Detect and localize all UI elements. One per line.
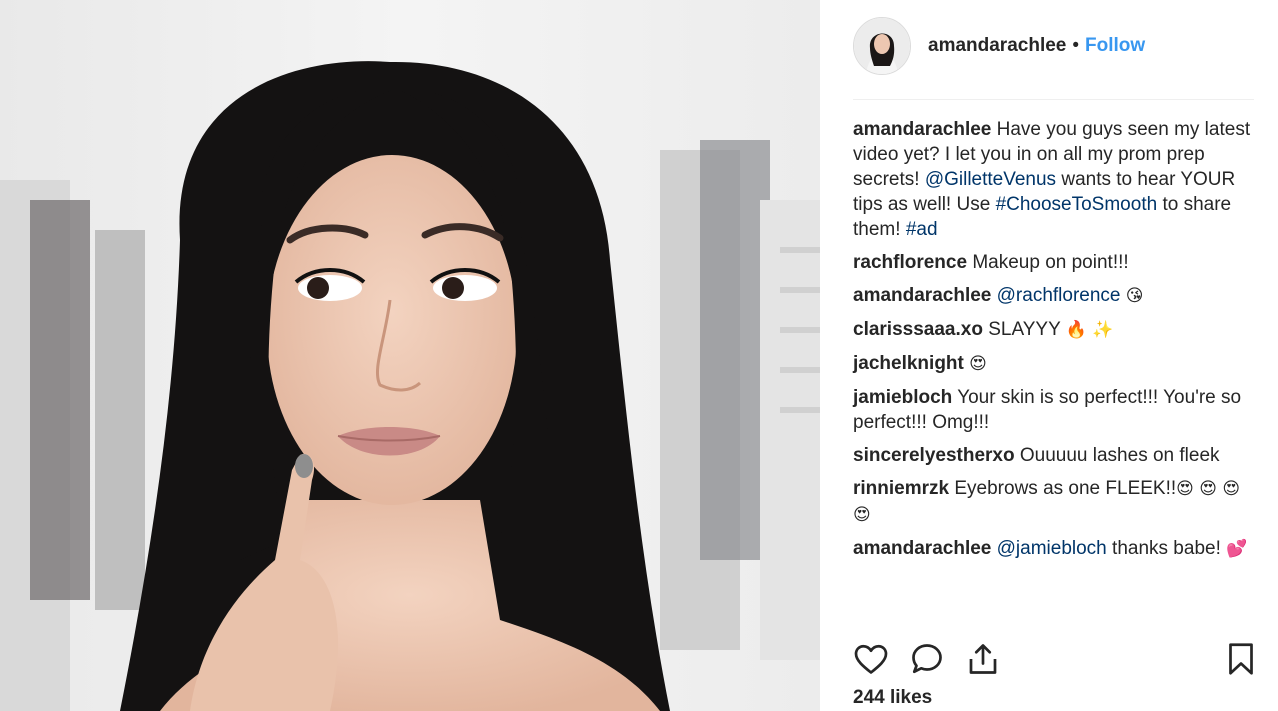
list-item: jachelknight 😍 (853, 351, 1253, 377)
comment-author[interactable]: jamiebloch (853, 387, 952, 408)
list-item: amandarachlee @jamiebloch thanks babe! 💕 (853, 536, 1253, 562)
list-item: sincerelyestherxo Ouuuuu lashes on fleek (853, 443, 1253, 468)
comments-list: amandarachlee Have you guys seen my late… (853, 117, 1253, 570)
mention-link[interactable]: @rachflorence (997, 285, 1121, 306)
post-header: amandarachlee • Follow (853, 16, 1254, 76)
fire-sparkles-emoji: 🔥 ✨ (1065, 320, 1114, 340)
separator-dot: • (1072, 35, 1080, 56)
mention-link[interactable]: @jamiebloch (997, 538, 1107, 559)
kiss-emoji: 😘 (1125, 286, 1144, 306)
comment-text: Eyebrows as one FLEEK!! (954, 478, 1177, 499)
post-side-panel: amandarachlee • Follow amandarachlee Hav… (820, 0, 1278, 711)
post-photo[interactable] (0, 0, 820, 711)
two-hearts-emoji: 💕 (1226, 539, 1248, 559)
comment-author[interactable]: rachflorence (853, 252, 967, 273)
comment-author[interactable]: amandarachlee (853, 538, 991, 559)
comment-author[interactable]: amandarachlee (853, 119, 991, 140)
comment-text: Ouuuuu lashes on fleek (1019, 445, 1220, 466)
comment-text: Makeup on point!!! (972, 252, 1129, 273)
likes-count[interactable]: 244 likes (853, 687, 932, 709)
share-upload-icon[interactable] (965, 641, 1005, 681)
list-item: jamiebloch Your skin is so perfect!!! Yo… (853, 385, 1253, 435)
comment-author[interactable]: rinniemrzk (853, 478, 949, 499)
post-username[interactable]: amandarachlee (928, 35, 1066, 57)
action-bar (853, 641, 1254, 681)
bookmark-icon[interactable] (1223, 641, 1263, 681)
mention-link[interactable]: @GilletteVenus (925, 169, 1056, 190)
heart-icon[interactable] (853, 641, 893, 681)
comment-text: SLAYYY (988, 319, 1061, 340)
hashtag-link[interactable]: #ChooseToSmooth (996, 194, 1158, 215)
list-item: clarisssaaa.xo SLAYYY 🔥 ✨ (853, 317, 1253, 343)
comment-text: thanks babe! (1112, 538, 1221, 559)
comment-author[interactable]: amandarachlee (853, 285, 991, 306)
avatar[interactable] (853, 17, 911, 75)
hashtag-link[interactable]: #ad (906, 219, 938, 240)
caption: amandarachlee Have you guys seen my late… (853, 117, 1253, 242)
header-divider (853, 99, 1254, 100)
list-item: rachflorence Makeup on point!!! (853, 250, 1253, 275)
heart-eyes-emoji: 😍 (969, 354, 987, 374)
comment-bubble-icon[interactable] (909, 641, 949, 681)
list-item: rinniemrzk Eyebrows as one FLEEK!!😍 😍 😍 … (853, 476, 1253, 528)
comment-author[interactable]: clarisssaaa.xo (853, 319, 983, 340)
list-item: amandarachlee @rachflorence 😘 (853, 283, 1253, 309)
comment-author[interactable]: sincerelyestherxo (853, 445, 1015, 466)
follow-button[interactable]: Follow (1085, 35, 1145, 57)
instagram-post: amandarachlee • Follow amandarachlee Hav… (0, 0, 1278, 711)
comment-author[interactable]: jachelknight (853, 353, 964, 374)
